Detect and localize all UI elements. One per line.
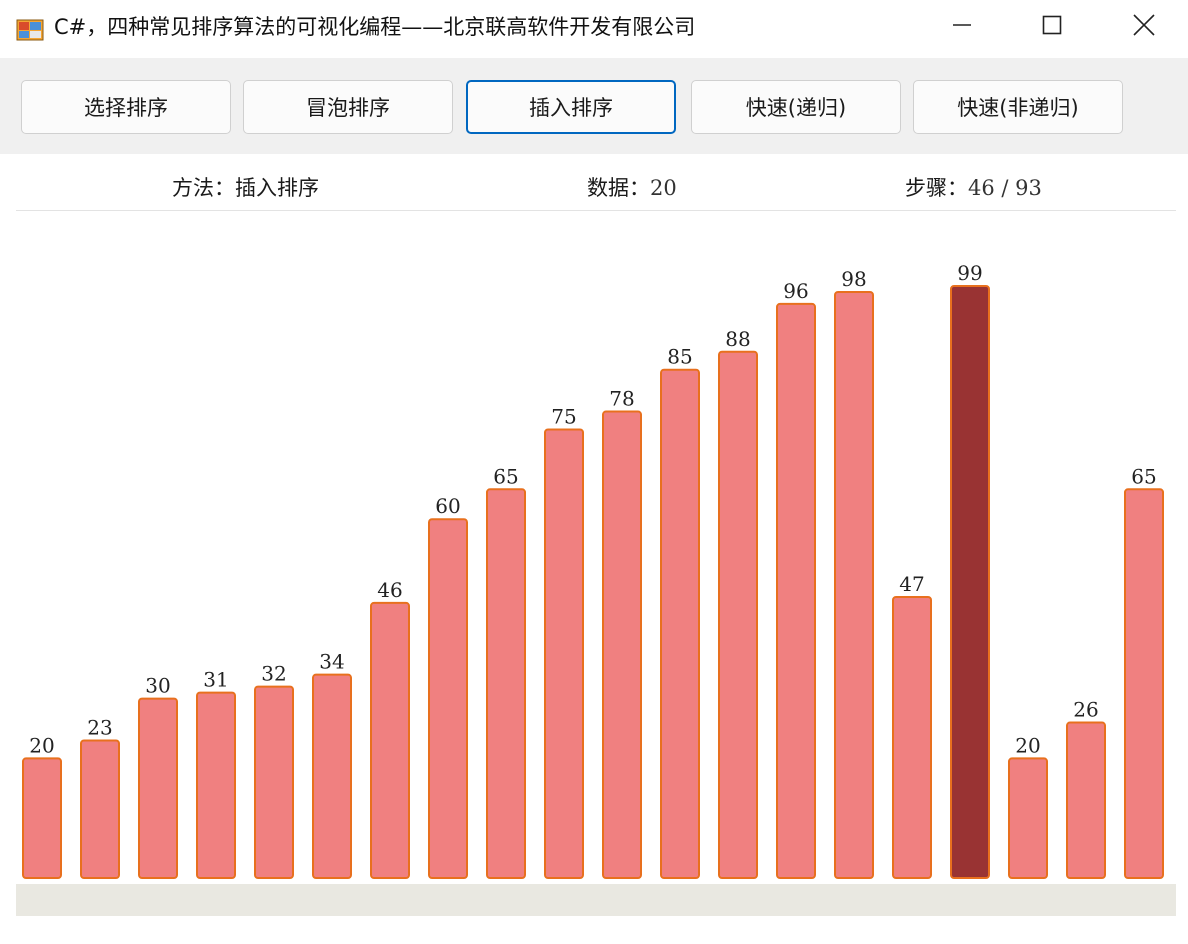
bar-value-label: 88 xyxy=(725,327,750,351)
minimize-icon xyxy=(952,15,972,39)
bar-value-label: 34 xyxy=(319,650,344,674)
method-value: 插入排序 xyxy=(235,176,319,200)
data-count-value: 20 xyxy=(650,176,677,200)
data-count-info: 数据：20 xyxy=(587,166,677,210)
bar-chart-svg: 20 23 30 31 32 34 46 60 65 75 78 85 88 96 98 47 99 20 26 65 xyxy=(22,261,1164,880)
bar-value-label: 85 xyxy=(667,345,692,369)
quick-sort-iterative-button[interactable]: 快速(非递归) xyxy=(913,80,1123,134)
insertion-sort-button[interactable]: 插入排序 xyxy=(466,80,676,134)
bar xyxy=(196,691,236,879)
window-title: C#，四种常见排序算法的可视化编程——北京联高软件开发有限公司 xyxy=(54,15,696,39)
bar xyxy=(718,350,758,879)
close-button[interactable] xyxy=(1098,0,1188,54)
bar-value-label: 26 xyxy=(1073,698,1098,722)
bar-value-label: 46 xyxy=(377,578,402,602)
minimize-button[interactable] xyxy=(916,0,1008,54)
sort-chart: 20 23 30 31 32 34 46 60 65 75 78 85 88 96 98 47 99 20 26 65 xyxy=(16,212,1176,884)
step-label: 步骤： xyxy=(905,176,968,200)
maximize-icon xyxy=(1042,15,1062,39)
info-divider xyxy=(16,210,1176,211)
bar-value-label: 30 xyxy=(145,674,170,698)
app-icon xyxy=(16,14,44,42)
close-icon xyxy=(1133,14,1155,40)
selection-sort-button[interactable]: 选择排序 xyxy=(21,80,231,134)
bar xyxy=(892,595,932,879)
bar xyxy=(1124,488,1164,879)
bar xyxy=(22,757,62,880)
bar-value-label: 99 xyxy=(957,261,982,285)
bar xyxy=(834,290,874,879)
method-info: 方法：插入排序 xyxy=(172,166,319,210)
bar xyxy=(602,410,642,879)
bar-value-label: 47 xyxy=(899,572,924,596)
bar-value-label: 32 xyxy=(261,662,286,686)
bar-value-label: 98 xyxy=(841,267,866,291)
bar-value-label: 65 xyxy=(493,464,518,488)
bar-value-label: 20 xyxy=(1015,733,1040,757)
bar-value-label: 60 xyxy=(435,494,460,518)
bar xyxy=(138,697,178,879)
app-window: C#，四种常见排序算法的可视化编程——北京联高软件开发有限公司 选择排序 冒泡排… xyxy=(0,0,1188,944)
bar-highlighted xyxy=(950,284,990,880)
bar xyxy=(776,302,816,880)
sort-toolbar: 选择排序 冒泡排序 插入排序 快速(递归) 快速(非递归) xyxy=(0,58,1188,154)
title-bar: C#，四种常见排序算法的可视化编程——北京联高软件开发有限公司 xyxy=(0,0,1188,56)
bar xyxy=(312,673,352,879)
bar-value-label: 23 xyxy=(87,715,112,739)
bar xyxy=(1066,721,1106,879)
bar-value-label: 65 xyxy=(1131,464,1156,488)
bar xyxy=(486,488,526,879)
method-label: 方法： xyxy=(172,176,235,200)
bar-value-label: 75 xyxy=(551,405,576,429)
bar-value-label: 96 xyxy=(783,279,808,303)
bar xyxy=(660,368,700,879)
bar-value-label: 78 xyxy=(609,387,634,411)
bar xyxy=(428,518,468,879)
bar-value-label: 31 xyxy=(203,668,228,692)
data-count-label: 数据： xyxy=(587,176,650,200)
bar xyxy=(544,428,584,879)
maximize-button[interactable] xyxy=(1006,0,1098,54)
status-strip xyxy=(16,884,1176,916)
bar xyxy=(80,739,120,880)
bar-value-label: 20 xyxy=(29,733,54,757)
bar xyxy=(254,685,294,880)
quick-sort-recursive-button[interactable]: 快速(递归) xyxy=(691,80,901,134)
bar xyxy=(370,601,410,879)
bar xyxy=(1008,757,1048,880)
step-value: 46 / 93 xyxy=(968,176,1042,200)
step-info: 步骤：46 / 93 xyxy=(905,166,1042,210)
bubble-sort-button[interactable]: 冒泡排序 xyxy=(243,80,453,134)
